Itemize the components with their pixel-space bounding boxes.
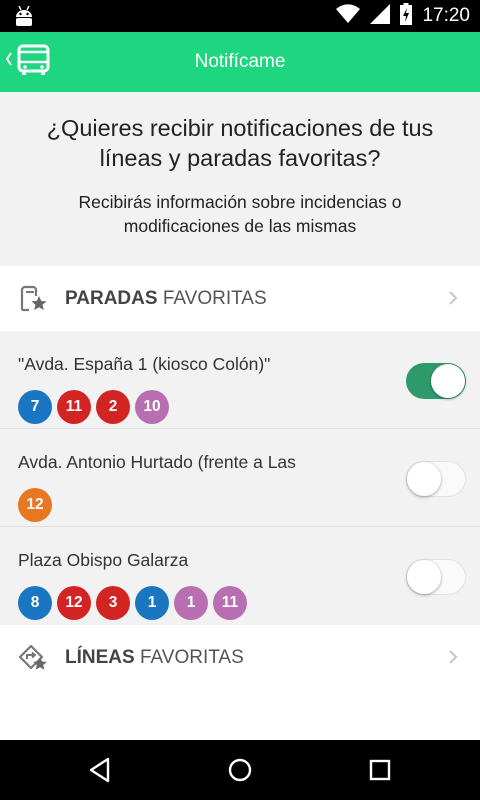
status-bar: 17:20 <box>0 0 480 32</box>
stop-notification-toggle[interactable] <box>406 559 466 595</box>
intro-panel: ¿Quieres recibir notificaciones de tus l… <box>0 92 480 266</box>
android-icon <box>14 5 34 31</box>
stop-row: Plaza Obispo Galarza 8 12 3 1 1 11 <box>0 527 480 625</box>
chevron-right-icon <box>448 290 458 310</box>
intro-question: ¿Quieres recibir notificaciones de tus l… <box>46 115 434 171</box>
stop-name: Avda. Antonio Hurtado (frente a Las <box>18 452 296 472</box>
favorite-lines-label: LÍNEAS FAVORITAS <box>65 625 244 691</box>
page-title: Notifícame <box>194 51 286 72</box>
stop-lines: 8 12 3 1 1 11 <box>18 586 247 620</box>
battery-charging-icon <box>400 3 413 29</box>
line-badge: 1 <box>174 586 208 620</box>
favorite-stops-list: "Avda. España 1 (kiosco Colón)" 7 11 2 1… <box>0 331 480 625</box>
line-badge: 1 <box>135 586 169 620</box>
line-badge: 11 <box>57 390 91 424</box>
system-nav-bar <box>0 740 480 800</box>
favorite-stops-label-rest: FAVORITAS <box>162 288 267 309</box>
stop-notification-toggle[interactable] <box>406 363 466 399</box>
app-bar: Notifícame <box>0 32 480 92</box>
toggle-knob <box>431 364 465 398</box>
favorite-stops-section[interactable]: PARADAS FAVORITAS <box>0 266 480 332</box>
line-badge: 7 <box>18 390 52 424</box>
route-star-icon <box>18 643 48 677</box>
toggle-knob <box>407 462 441 496</box>
line-badge: 8 <box>18 586 52 620</box>
line-badge: 2 <box>96 390 130 424</box>
bus-stop-star-icon <box>18 284 48 318</box>
stop-notification-toggle[interactable] <box>406 461 466 497</box>
signal-icon <box>370 4 391 28</box>
stop-row: "Avda. España 1 (kiosco Colón)" 7 11 2 1… <box>0 331 480 429</box>
line-badge: 12 <box>18 488 52 522</box>
wifi-icon <box>336 4 361 28</box>
favorite-lines-section[interactable]: LÍNEAS FAVORITAS <box>0 625 480 691</box>
toggle-knob <box>407 560 441 594</box>
stop-name: Plaza Obispo Galarza <box>18 550 189 570</box>
recents-square-icon[interactable] <box>366 756 394 788</box>
line-badge: 3 <box>96 586 130 620</box>
back-triangle-icon[interactable] <box>86 756 114 788</box>
line-badge: 10 <box>135 390 169 424</box>
favorite-lines-label-bold: LÍNEAS <box>65 647 135 668</box>
home-circle-icon[interactable] <box>226 756 254 788</box>
favorite-stops-label-bold: PARADAS <box>65 288 158 309</box>
favorite-stops-label: PARADAS FAVORITAS <box>65 266 267 332</box>
stop-lines: 7 11 2 10 <box>18 390 169 424</box>
stop-name: "Avda. España 1 (kiosco Colón)" <box>18 354 271 374</box>
line-badge: 11 <box>213 586 247 620</box>
line-badge: 12 <box>57 586 91 620</box>
intro-description: Recibirás información sobre incidencias … <box>78 192 402 236</box>
status-time: 17:20 <box>422 5 470 26</box>
stop-row: Avda. Antonio Hurtado (frente a Las 12 <box>0 429 480 527</box>
empty-area <box>0 691 480 740</box>
favorite-lines-label-rest: FAVORITAS <box>139 647 244 668</box>
stop-lines: 12 <box>18 488 52 522</box>
chevron-right-icon <box>448 649 458 669</box>
